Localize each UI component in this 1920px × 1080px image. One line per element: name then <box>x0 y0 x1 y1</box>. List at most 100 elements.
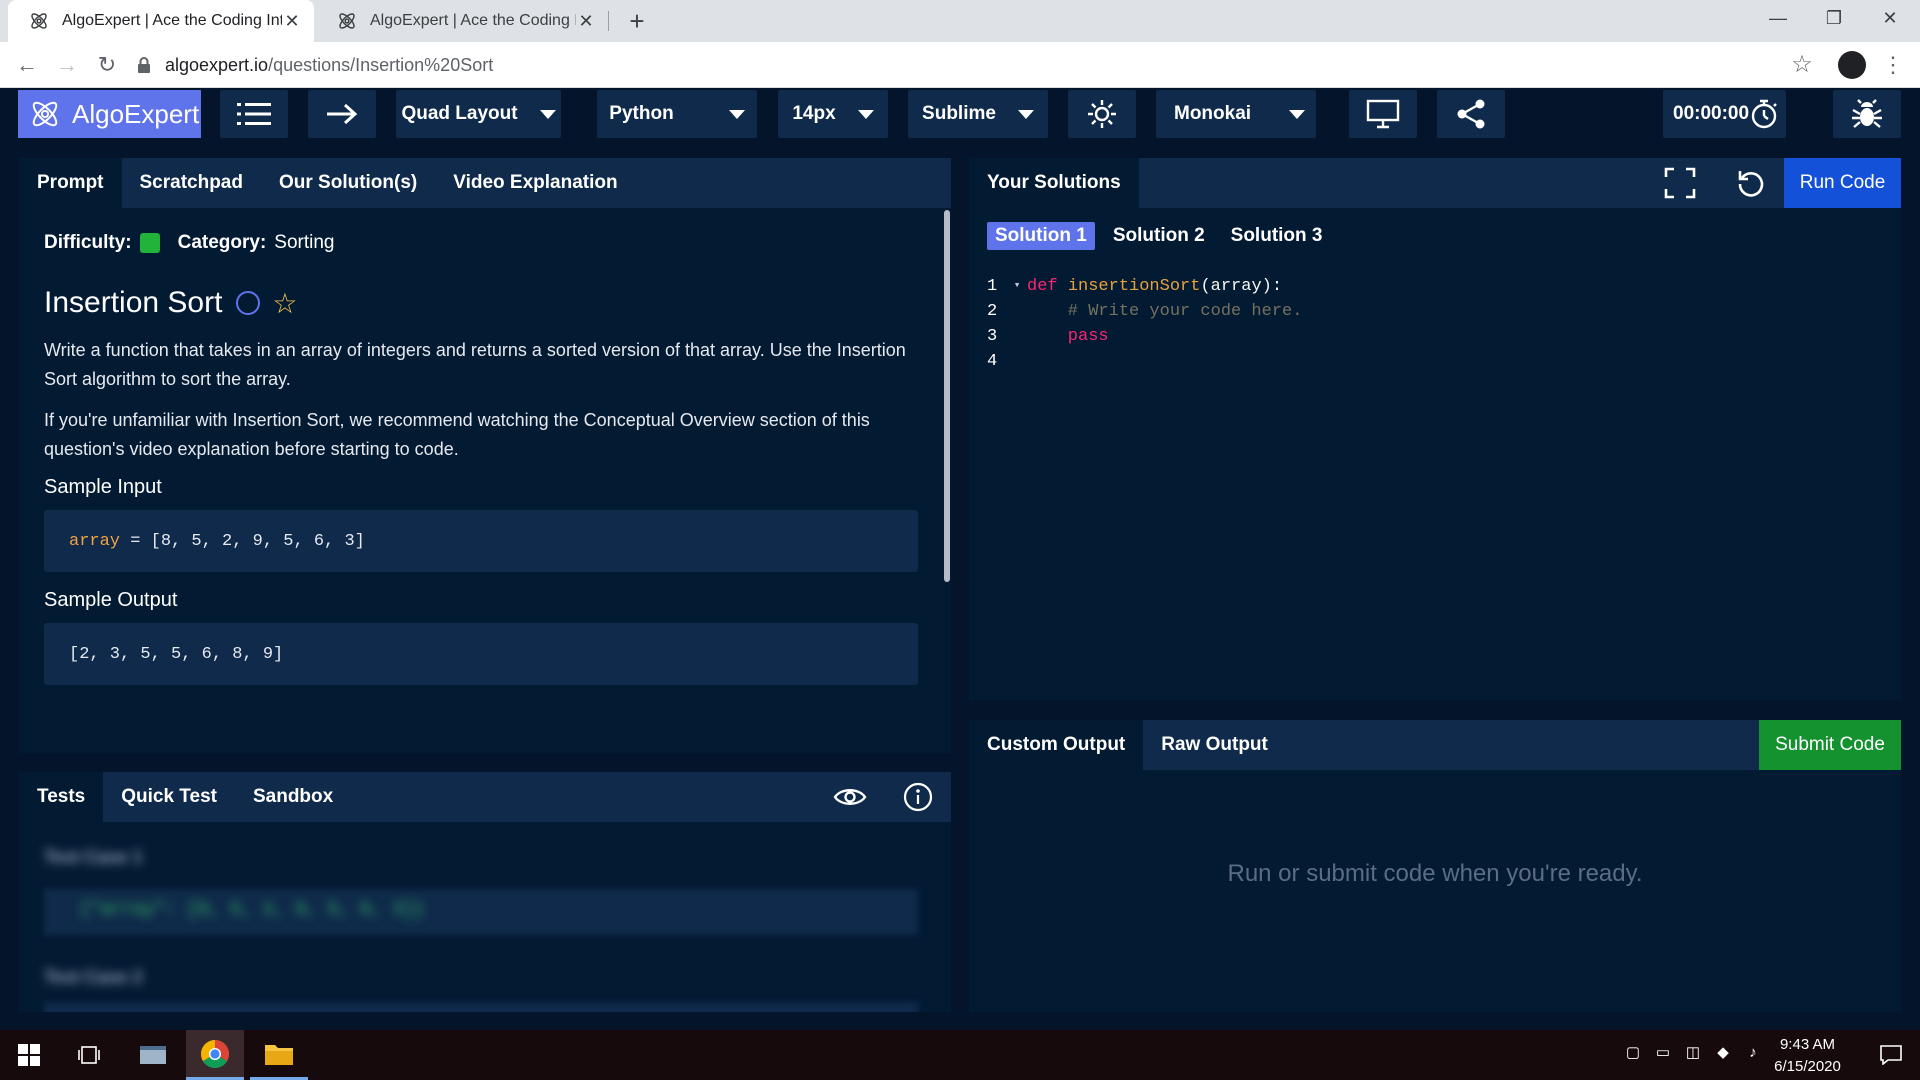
presentation-button[interactable] <box>1349 90 1417 138</box>
prompt-scrollbar[interactable] <box>944 210 950 582</box>
notification-icon[interactable] <box>1862 1030 1920 1080</box>
prompt-content: Difficulty: Category: Sorting Insertion … <box>19 208 941 753</box>
new-tab-button[interactable]: + <box>622 6 652 36</box>
layout-label: Quad Layout <box>401 103 518 124</box>
test-case-1-label[interactable]: Test Case 1 <box>44 847 143 868</box>
tab-raw-output[interactable]: Raw Output <box>1143 720 1286 770</box>
windows-start-icon[interactable] <box>0 1030 58 1080</box>
close-tab-icon[interactable]: ✕ <box>576 11 596 32</box>
language-dropdown[interactable]: Python <box>597 90 757 138</box>
keymap-dropdown[interactable]: Sublime <box>908 90 1048 138</box>
url-field[interactable]: algoexpert.io/questions/Insertion%20Sort <box>135 50 1795 80</box>
browser-tab-title: AlgoExpert | Ace the Coding Interview <box>62 12 282 29</box>
restore-button[interactable]: ❐ <box>1806 0 1862 36</box>
browser-tab-1[interactable]: AlgoExpert | Ace the Coding Interview ✕ <box>8 0 314 42</box>
chrome-icon[interactable] <box>186 1030 244 1080</box>
test-case-2-label[interactable]: Test Case 2 <box>44 967 143 988</box>
tray-app-icon[interactable]: ▢ <box>1624 1044 1642 1062</box>
completion-circle-icon[interactable] <box>236 291 261 315</box>
tab-solution-1[interactable]: Solution 1 <box>987 222 1095 250</box>
solutions-tabbar: Your Solutions <box>969 158 1901 208</box>
tab-solution-2[interactable]: Solution 2 <box>1105 222 1213 250</box>
info-button[interactable] <box>885 772 951 822</box>
category-label: Category: <box>177 232 267 253</box>
questions-list-button[interactable] <box>220 90 288 138</box>
tab-divider <box>608 11 609 31</box>
stopwatch-icon <box>1749 98 1779 130</box>
keymap-label: Sublime <box>922 103 996 124</box>
fullscreen-button[interactable] <box>1642 158 1718 208</box>
reload-icon[interactable]: ↻ <box>90 48 124 82</box>
category-value: Sorting <box>274 232 335 253</box>
tab-solution-3[interactable]: Solution 3 <box>1223 222 1331 250</box>
theme-toggle-button[interactable] <box>1068 90 1136 138</box>
code-text: (array): <box>1200 277 1283 296</box>
file-explorer-icon[interactable] <box>250 1030 308 1080</box>
tab-your-solutions[interactable]: Your Solutions <box>969 158 1139 208</box>
font-size-dropdown[interactable]: 14px <box>778 90 888 138</box>
clock-date: 6/15/2020 <box>1774 1058 1841 1075</box>
back-arrow-icon[interactable]: ← <box>10 48 44 82</box>
network-icon[interactable]: ◫ <box>1684 1044 1702 1062</box>
menu-dots-icon[interactable]: ⋮ <box>1876 48 1910 82</box>
task-view-icon[interactable] <box>60 1030 118 1080</box>
timer-button[interactable]: 00:00:00 <box>1663 90 1786 138</box>
list-icon <box>237 101 271 127</box>
tab-quick-test[interactable]: Quick Test <box>103 772 235 822</box>
run-code-button[interactable]: Run Code <box>1784 158 1901 208</box>
sample-input-var: array <box>69 531 121 551</box>
code-keyword: def <box>1027 277 1068 296</box>
submit-code-button[interactable]: Submit Code <box>1759 720 1901 770</box>
reset-code-button[interactable] <box>1718 158 1784 208</box>
url-text: algoexpert.io/questions/Insertion%20Sort <box>165 55 493 76</box>
sample-output-heading: Sample Output <box>44 589 178 611</box>
fold-arrow-icon[interactable]: ▾ <box>1007 274 1027 299</box>
solution-tabs: Solution 1 Solution 2 Solution 3 <box>987 222 1330 250</box>
tab-our-solutions[interactable]: Our Solution(s) <box>261 158 435 208</box>
toggle-visibility-button[interactable] <box>815 772 885 822</box>
report-bug-button[interactable] <box>1833 90 1901 138</box>
algoexpert-logo-button[interactable]: AlgoExpert <box>18 90 201 138</box>
prompt-paragraph-2: If you're unfamiliar with Insertion Sort… <box>44 410 870 459</box>
algoexpert-favicon-icon <box>28 10 50 32</box>
language-label: Python <box>609 103 674 124</box>
tab-scratchpad[interactable]: Scratchpad <box>122 158 261 208</box>
code-function-name: insertionSort <box>1067 277 1201 296</box>
solutions-panel: Your Solutions Solution 1 Solution 2 Sol… <box>969 158 1901 700</box>
sample-output-code: [2, 3, 5, 5, 6, 8, 9] <box>44 623 918 685</box>
tab-tests[interactable]: Tests <box>19 772 104 822</box>
taskbar-clock[interactable]: 9:43 AM 6/15/2020 <box>1760 1034 1855 1078</box>
layout-dropdown[interactable]: Quad Layout <box>396 90 561 138</box>
tab-sandbox[interactable]: Sandbox <box>235 772 351 822</box>
difficulty-row: Difficulty: Category: Sorting <box>44 232 335 254</box>
code-line: 2 # Write your code here. <box>987 299 1302 324</box>
caret-down-icon <box>728 109 745 119</box>
prompt-panel: Prompt Scratchpad Our Solution(s) Video … <box>19 158 951 753</box>
tab-video-explanation[interactable]: Video Explanation <box>435 158 635 208</box>
favorite-star-icon[interactable]: ☆ <box>272 287 297 320</box>
question-title: Insertion Sort <box>44 286 223 319</box>
share-button[interactable] <box>1437 90 1505 138</box>
code-line: 4 <box>987 349 1302 374</box>
test-case-2-box <box>44 1002 918 1012</box>
editor-theme-dropdown[interactable]: Monokai <box>1156 90 1316 138</box>
difficulty-label: Difficulty: <box>44 232 132 253</box>
browser-tab-2[interactable]: AlgoExpert | Ace the Coding Interview ✕ <box>316 0 608 42</box>
close-tab-icon[interactable]: ✕ <box>282 11 302 32</box>
minimize-button[interactable]: — <box>1750 0 1806 36</box>
window-close-button[interactable]: ✕ <box>1862 0 1918 36</box>
profile-avatar[interactable] <box>1838 51 1866 79</box>
forward-arrow-icon[interactable]: → <box>50 48 84 82</box>
url-host: algoexpert.io <box>165 54 269 75</box>
battery-icon[interactable]: ▭ <box>1654 1044 1672 1062</box>
next-question-button[interactable] <box>308 90 376 138</box>
app-window-icon[interactable] <box>124 1030 182 1080</box>
info-icon <box>903 782 933 812</box>
question-title-row: Insertion Sort ☆ <box>44 286 298 320</box>
code-editor[interactable]: 1 ▾ def insertionSort (array): 2 # Write … <box>987 274 1302 374</box>
algoexpert-favicon-icon <box>336 10 358 32</box>
bookmark-star-icon[interactable]: ☆ <box>1785 48 1819 82</box>
tab-prompt[interactable]: Prompt <box>19 158 122 208</box>
tab-custom-output[interactable]: Custom Output <box>969 720 1144 770</box>
security-shield-icon[interactable]: ◆ <box>1714 1044 1732 1062</box>
